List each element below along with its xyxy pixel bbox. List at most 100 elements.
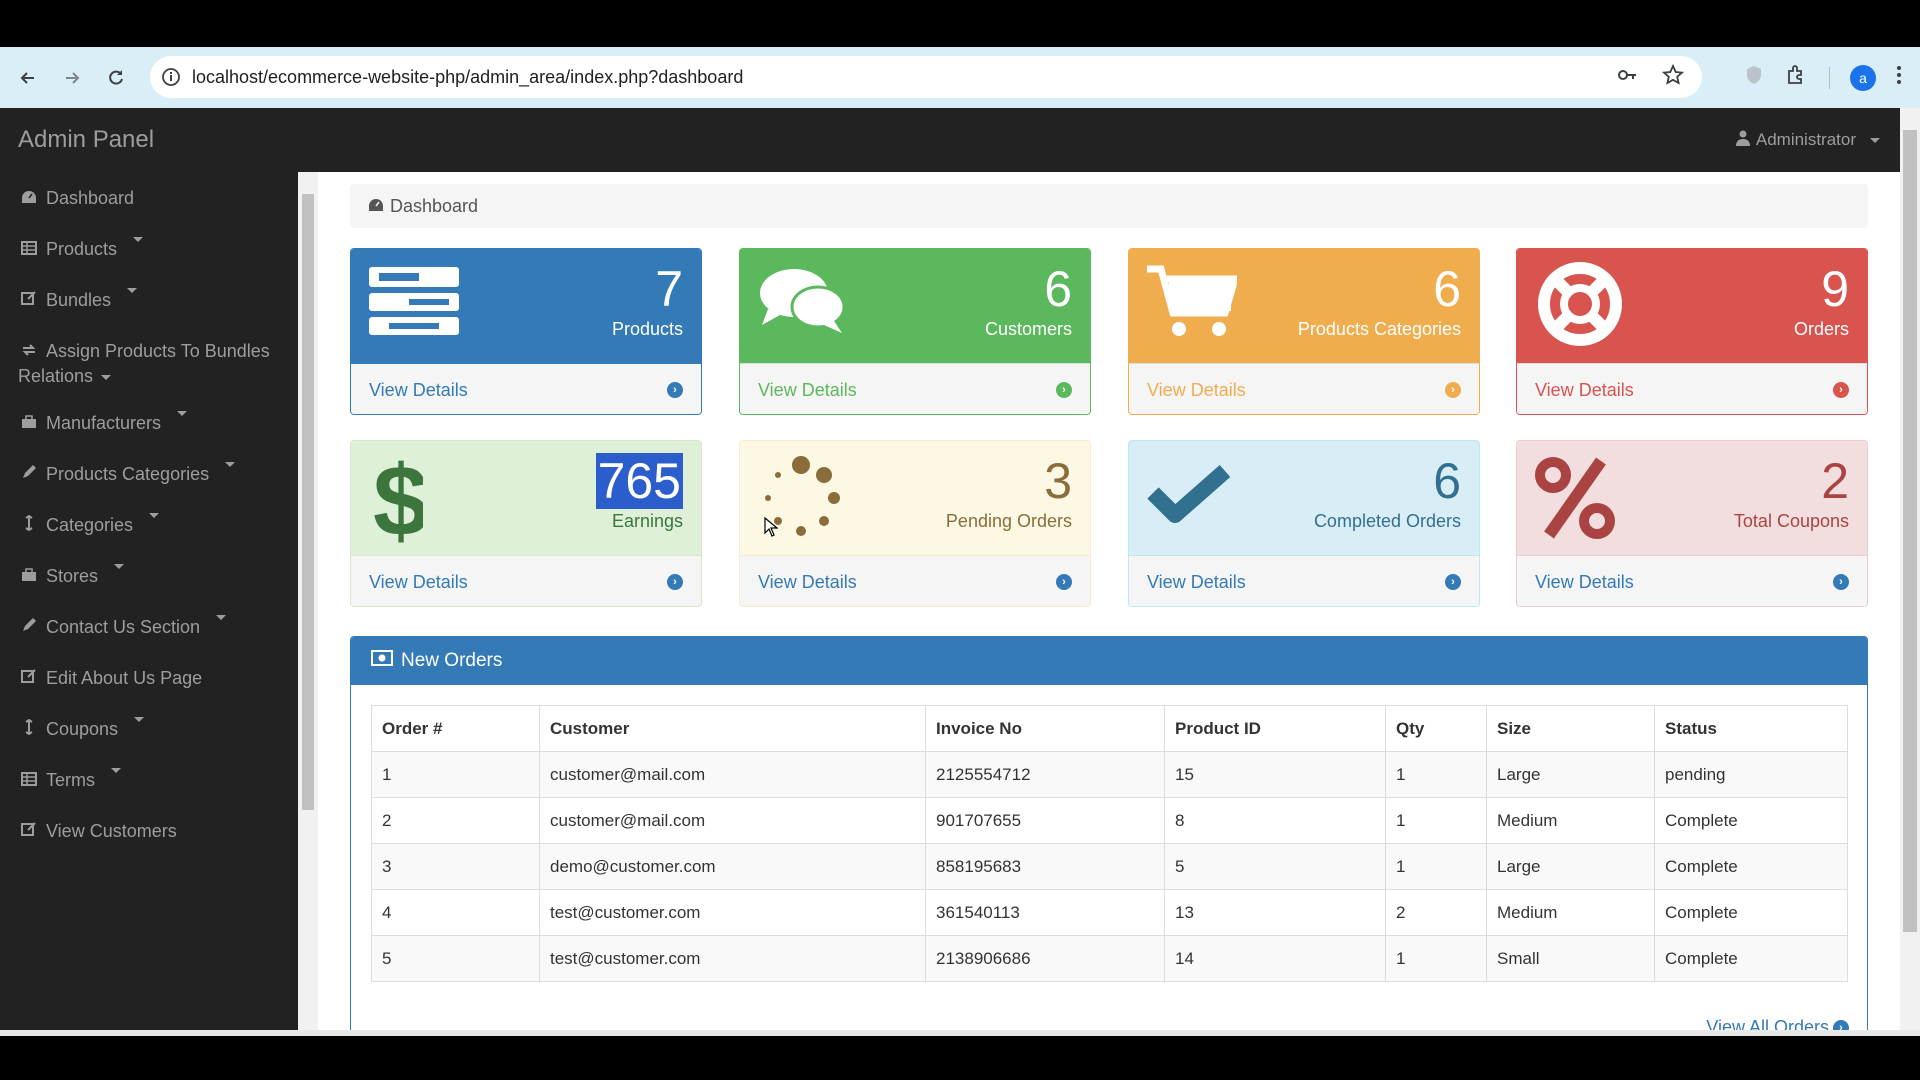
password-key-icon[interactable] bbox=[1616, 64, 1638, 91]
view-details-link[interactable]: View Details › bbox=[740, 363, 1090, 414]
sidebar-item-dashboard[interactable]: Dashboard bbox=[20, 186, 275, 211]
view-details-link[interactable]: View Details › bbox=[740, 555, 1090, 606]
sidebar-item-products[interactable]: Products bbox=[20, 237, 275, 262]
sidebar-item-about-us[interactable]: Edit About Us Page bbox=[20, 666, 275, 691]
panel-value: 3 bbox=[1044, 453, 1072, 509]
extensions-puzzle-icon[interactable] bbox=[1785, 63, 1809, 92]
sidebar-item-terms[interactable]: Terms bbox=[20, 768, 275, 793]
site-info-icon[interactable] bbox=[150, 67, 192, 87]
arrows-v-icon bbox=[20, 513, 38, 538]
panel-value: 2 bbox=[1821, 453, 1849, 509]
view-details-text: View Details bbox=[369, 379, 468, 400]
completed-orders-panel: 6 Completed Orders View Details › bbox=[1128, 440, 1480, 607]
dashboard-icon bbox=[20, 186, 38, 211]
check-icon bbox=[1147, 464, 1231, 530]
panel-value: 7 bbox=[655, 261, 683, 317]
chevron-down-icon bbox=[114, 564, 125, 569]
sidebar-item-label: Dashboard bbox=[46, 188, 135, 208]
tasks-icon bbox=[369, 263, 459, 344]
column-header[interactable]: Qty bbox=[1385, 705, 1487, 752]
percent-icon bbox=[1535, 455, 1615, 546]
chevron-down-icon bbox=[216, 615, 227, 620]
table-cell: 2125554712 bbox=[925, 751, 1165, 798]
sidebar-item-stores[interactable]: Stores bbox=[20, 564, 275, 589]
profile-avatar[interactable]: a bbox=[1850, 64, 1876, 91]
bookmark-star-icon[interactable] bbox=[1661, 63, 1685, 91]
table-cell: Complete bbox=[1654, 935, 1848, 982]
sidebar-item-view-customers[interactable]: View Customers bbox=[20, 819, 275, 844]
column-header[interactable]: Size bbox=[1486, 705, 1655, 752]
sidebar-item-manufacturers[interactable]: Manufacturers bbox=[20, 411, 275, 436]
table-cell: Large bbox=[1486, 843, 1655, 890]
sidebar-item-label: Contact Us Section bbox=[46, 617, 201, 637]
address-bar[interactable]: localhost/ecommerce-website-php/admin_ar… bbox=[150, 56, 1702, 98]
briefcase-icon bbox=[20, 411, 38, 436]
sidebar-item-assign-products[interactable]: Assign Products To Bundles Relations bbox=[18, 339, 275, 389]
sidebar-item-label: Products bbox=[46, 239, 118, 259]
main-content: Dashboard 7 Products View Details › 6 Cus… bbox=[318, 172, 1900, 1030]
chevron-down-icon bbox=[177, 411, 188, 416]
table-cell: 3 bbox=[371, 843, 540, 890]
table-row: 1 customer@mail.com 2125554712 15 1 Larg… bbox=[371, 751, 1848, 798]
brand-title[interactable]: Admin Panel bbox=[18, 126, 154, 154]
pending-orders-panel: 3 Pending Orders View Details › bbox=[739, 440, 1091, 607]
view-details-link[interactable]: View Details › bbox=[1517, 555, 1867, 606]
arrow-circle-right-icon: › bbox=[667, 382, 683, 398]
chrome-menu-icon[interactable] bbox=[1896, 64, 1902, 91]
view-details-link[interactable]: View Details › bbox=[1517, 363, 1867, 414]
toolbar-divider bbox=[1829, 66, 1830, 89]
new-orders-panel: New Orders Order # Customer Invoice No P… bbox=[350, 636, 1868, 1030]
extension-shield-icon[interactable] bbox=[1743, 64, 1765, 91]
table-cell: 1 bbox=[1385, 797, 1487, 844]
breadcrumb-label: Dashboard bbox=[390, 195, 479, 216]
sidebar-item-label: Edit About Us Page bbox=[46, 668, 203, 688]
table-cell: 4 bbox=[371, 889, 540, 936]
panel-label: Customers bbox=[984, 319, 1072, 339]
chevron-down-icon bbox=[133, 237, 144, 242]
view-details-link[interactable]: View Details › bbox=[351, 363, 701, 414]
products-panel: 7 Products View Details › bbox=[350, 248, 702, 415]
sidebar-item-coupons[interactable]: Coupons bbox=[20, 717, 275, 742]
column-header[interactable]: Status bbox=[1654, 705, 1848, 752]
table-cell: Complete bbox=[1654, 843, 1848, 890]
table-cell: customer@mail.com bbox=[539, 797, 926, 844]
user-dropdown[interactable]: Administrator bbox=[1735, 108, 1880, 172]
sidebar-item-products-categories[interactable]: Products Categories bbox=[20, 462, 275, 487]
earnings-panel: $ 765 Earnings View Details › bbox=[350, 440, 702, 607]
edit-icon bbox=[20, 666, 38, 691]
sidebar-item-categories[interactable]: Categories bbox=[20, 513, 275, 538]
sidebar-item-label: Assign Products To Bundles bbox=[46, 341, 270, 361]
table-row: 4 test@customer.com 361540113 13 2 Mediu… bbox=[371, 889, 1848, 936]
breadcrumb: Dashboard bbox=[350, 184, 1868, 228]
view-details-text: View Details bbox=[758, 571, 857, 592]
column-header[interactable]: Customer bbox=[539, 705, 926, 752]
forward-icon[interactable] bbox=[50, 56, 94, 100]
back-icon[interactable] bbox=[6, 56, 50, 100]
url-text[interactable]: localhost/ecommerce-website-php/admin_ar… bbox=[192, 67, 743, 88]
sidebar-item-label: Bundles bbox=[46, 290, 112, 310]
table-row: 3 demo@customer.com 858195683 5 1 Large … bbox=[371, 843, 1848, 890]
view-details-link[interactable]: View Details › bbox=[1129, 555, 1479, 606]
sidebar-item-bundles[interactable]: Bundles bbox=[20, 288, 275, 313]
column-header[interactable]: Invoice No bbox=[925, 705, 1165, 752]
view-details-link[interactable]: View Details › bbox=[1129, 363, 1479, 414]
sidebar-scrollbar[interactable] bbox=[298, 172, 318, 1030]
chevron-down-icon bbox=[127, 288, 138, 293]
page-scroll-thumb[interactable] bbox=[1903, 130, 1917, 932]
sidebar-item-contact-us[interactable]: Contact Us Section bbox=[20, 615, 275, 640]
page-scrollbar[interactable] bbox=[1900, 108, 1920, 1030]
sidebar-scroll-thumb[interactable] bbox=[302, 194, 314, 810]
sidebar-item-label: Categories bbox=[46, 515, 134, 535]
dashboard-icon bbox=[368, 196, 384, 217]
edit-icon bbox=[20, 819, 38, 844]
column-header[interactable]: Product ID bbox=[1164, 705, 1386, 752]
panel-label: Products bbox=[611, 319, 683, 339]
column-header[interactable]: Order # bbox=[371, 705, 540, 752]
admin-app: Admin Panel Administrator Dashboard Prod… bbox=[0, 108, 1920, 1030]
view-all-orders-link[interactable]: View All Orders › bbox=[1706, 1017, 1849, 1030]
panel-label: Earnings bbox=[611, 511, 683, 531]
chevron-down-icon bbox=[134, 717, 145, 722]
view-details-link[interactable]: View Details › bbox=[351, 555, 701, 606]
table-cell: 13 bbox=[1164, 889, 1386, 936]
reload-icon[interactable] bbox=[94, 56, 138, 100]
